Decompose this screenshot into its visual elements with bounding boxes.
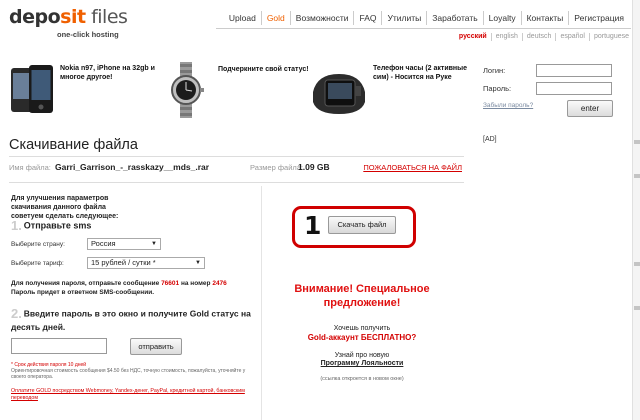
logo-part-a: depo (9, 6, 61, 28)
file-name: Garri_Garrison_-_rasskazy__mds_.rar (55, 162, 210, 172)
scrollbar-mark (634, 174, 640, 178)
promo-phones-text: Nokia n97, iPhone на 32gb и многое друго… (60, 65, 155, 81)
sms-info-reply: Пароль придет в ответном SMS-сообщении. (11, 289, 155, 296)
language-bar: русский english deutsch español portugue… (455, 33, 629, 41)
nav-gold[interactable]: Gold (262, 11, 291, 25)
promo-banners: Nokia n97, iPhone на 32gb и многое друго… (9, 62, 467, 122)
promo-phone-watch[interactable]: Телефон часы (2 активные сим) - Носится … (309, 62, 467, 120)
sms-instructions: Для получения пароля, отправьте сообщени… (11, 279, 256, 297)
scrollbar-mark (634, 140, 640, 144)
password-label: Пароль: (483, 84, 512, 93)
lang-deutsch[interactable]: deutsch (523, 33, 557, 41)
enter-button[interactable]: enter (567, 100, 613, 117)
lang-english[interactable]: english (492, 33, 523, 41)
file-size: 1.09 GB (298, 162, 330, 172)
country-select[interactable]: Россия ▼ (87, 238, 161, 250)
step-2-heading: 2. Введите пароль в это окно и получите … (11, 306, 251, 333)
login-label: Логин: (483, 66, 506, 75)
nav-register[interactable]: Регистрация (569, 11, 629, 25)
fine-print: * Срок действия пароля 10 дней Ориентиро… (11, 362, 256, 380)
nav-upload[interactable]: Upload (224, 11, 262, 25)
logo-wordmark: deposit files (9, 6, 128, 28)
phones-icon (9, 62, 57, 118)
fine-print-cost: Ориентировочная стоимость сообщения $4.5… (11, 368, 246, 380)
loyalty-program-link[interactable]: Программу Лояльности (262, 360, 462, 367)
nav-tools[interactable]: Утилиты (382, 11, 428, 25)
promo-phones[interactable]: Nokia n97, iPhone на 32gb и многое друго… (9, 62, 159, 120)
promo-phone-watch-text: Телефон часы (2 активные сим) - Носится … (373, 65, 468, 81)
lang-russian[interactable]: русский (455, 33, 492, 41)
download-highlight: 1 Скачать файл (292, 206, 416, 248)
nav-divider (216, 28, 631, 29)
file-name-label: Имя файла: (9, 163, 51, 172)
phone-watch-icon (309, 62, 369, 120)
dropdown-arrow-icon: ▼ (151, 241, 157, 247)
step-2-title: Введите пароль в это окно и получите Gol… (11, 308, 251, 333)
promo-watch[interactable]: Подчеркните свой статус! (161, 62, 311, 120)
gold-payment-link[interactable]: Оплатите GOLD посредством Webmoney, Yand… (11, 388, 256, 402)
info-divider (9, 182, 464, 183)
offer-want: Хочешь получить (333, 325, 391, 332)
sms-panel: Для улучшения параметров скачивания данн… (11, 194, 256, 401)
page-scrollbar[interactable] (632, 0, 640, 420)
watch-icon (161, 62, 211, 118)
password-input[interactable] (11, 338, 107, 354)
sms-info-to: на номер (180, 280, 211, 287)
lang-espanol[interactable]: español (556, 33, 590, 41)
password-field[interactable] (536, 82, 612, 95)
dropdown-arrow-icon: ▼ (195, 260, 201, 266)
login-field[interactable] (536, 64, 612, 77)
ad-slot: [AD] (483, 136, 497, 143)
forgot-password-link[interactable]: Забыли пароль? (483, 102, 533, 109)
step-1-title: Отправьте sms (23, 220, 92, 231)
lang-portuguese[interactable]: portuguese (590, 33, 629, 41)
step-1-number: 1. (11, 218, 22, 233)
download-number: 1 (304, 211, 322, 240)
sms-advice: Для улучшения параметров скачивания данн… (11, 195, 119, 220)
complain-link[interactable]: ПОЖАЛОВАТЬСЯ НА ФАЙЛ (363, 163, 462, 172)
offer-note: (ссылка откроется в новом окне) (320, 376, 404, 382)
logo-part-b: sit (60, 6, 86, 28)
offer-gold: Gold-аккаунт БЕСПЛАТНО? (307, 333, 417, 342)
scrollbar-mark (634, 262, 640, 266)
offer-learn: Узнай про новую (334, 352, 390, 359)
special-offer-title: Внимание! Специальное предложение! (294, 283, 430, 309)
site-logo[interactable]: deposit files one-click hosting (9, 6, 128, 43)
nav-faq[interactable]: FAQ (354, 11, 383, 25)
step-2-number: 2. (11, 306, 22, 321)
tariff-select-value: 15 рублей / сутки * (91, 258, 156, 267)
download-button[interactable]: Скачать файл (328, 216, 396, 234)
sms-info-text: Для получения пароля, отправьте сообщени… (11, 280, 160, 287)
promo-watch-text: Подчеркните свой статус! (218, 66, 309, 73)
nav-loyalty[interactable]: Loyalty (484, 11, 522, 25)
nav-earn[interactable]: Заработать (427, 11, 484, 25)
sms-number: 2476 (212, 280, 227, 287)
top-nav: Upload Gold Возможности FAQ Утилиты Зара… (224, 11, 629, 25)
file-info: Имя файла: Garri_Garrison_-_rasskazy__md… (9, 162, 464, 176)
sms-code: 76601 (161, 280, 180, 287)
login-box: Логин: Пароль: Забыли пароль? enter (483, 62, 633, 122)
nav-contacts[interactable]: Контакты (522, 11, 570, 25)
country-label: Выберите страну: (11, 241, 65, 248)
step-1-heading: 1. Отправьте sms (11, 218, 91, 233)
logo-part-c: files (85, 6, 128, 28)
page-title: Скачивание файла (9, 137, 138, 153)
scrollbar-mark (634, 306, 640, 310)
nav-features[interactable]: Возможности (291, 11, 355, 25)
tariff-label: Выберите тариф: (11, 260, 64, 267)
tariff-select[interactable]: 15 рублей / сутки * ▼ (87, 257, 205, 269)
file-size-label: Размер файла: (250, 163, 304, 172)
title-divider (9, 156, 464, 157)
country-select-value: Россия (91, 239, 116, 248)
logo-tagline: one-click hosting (57, 30, 119, 39)
send-button[interactable]: отправить (130, 338, 182, 355)
